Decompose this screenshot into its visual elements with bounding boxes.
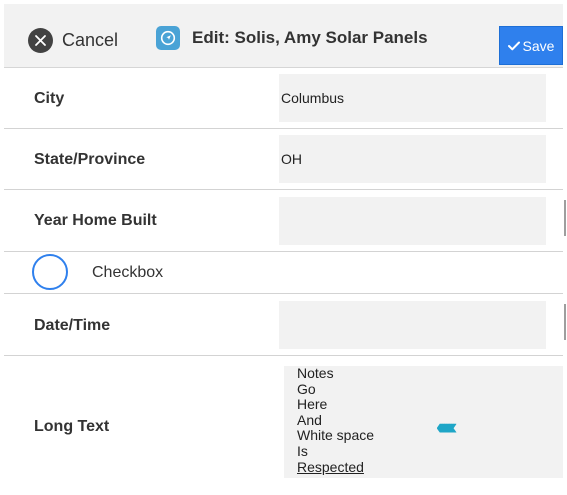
state-province-row: State/Province OH [4,129,563,190]
page-title: Edit: Solis, Amy Solar Panels [192,28,428,47]
long-text-row: Long Text Notes Go Here And White space … [4,356,563,491]
close-icon [28,27,53,53]
long-text-line: Respected [297,458,364,475]
header-bar: Cancel Edit: Solis, Amy Solar Panels Sav… [4,4,563,68]
edit-form: Cancel Edit: Solis, Amy Solar Panels Sav… [4,4,566,491]
city-row: City Columbus [4,68,563,129]
app-navigation-icon [156,26,180,50]
save-label: Save [522,37,555,54]
cancel-label: Cancel [62,29,119,50]
double-chevron-left-icon: ‹‹‹‹‹‹‹ [436,414,457,439]
year-home-built-label: Year Home Built [34,212,157,229]
scrollbar-track[interactable] [564,200,566,236]
date-time-field[interactable] [279,301,546,349]
year-home-built-row: Year Home Built [4,190,563,252]
save-button[interactable]: Save [499,26,563,65]
checkbox-label: Checkbox [92,264,164,281]
checkmark-icon [507,38,520,54]
checkbox-row: Checkbox [4,252,563,294]
long-text-line: Here [297,396,328,413]
long-text-content: Notes Go Here And White space Is Respect… [297,365,375,475]
long-text-line: And [297,411,322,428]
date-time-label: Date/Time [34,317,111,334]
long-text-line: Notes [297,365,334,381]
city-label: City [34,90,65,107]
cancel-button[interactable]: Cancel [28,26,118,54]
scrollbar-track[interactable] [564,304,566,340]
date-time-row: Date/Time [4,294,563,356]
city-field[interactable]: Columbus [279,74,546,122]
long-text-label: Long Text [34,418,110,435]
long-text-line: Go [297,380,316,397]
page-title-group: Edit: Solis, Amy Solar Panels [156,24,428,52]
state-province-label: State/Province [34,151,146,168]
long-text-line: Is [297,442,308,459]
long-text-line: White space [297,427,375,444]
checkbox-toggle[interactable] [32,254,68,290]
long-text-field[interactable]: Notes Go Here And White space Is Respect… [284,365,563,478]
year-home-built-field[interactable] [279,197,546,245]
state-province-field[interactable]: OH [279,135,546,183]
